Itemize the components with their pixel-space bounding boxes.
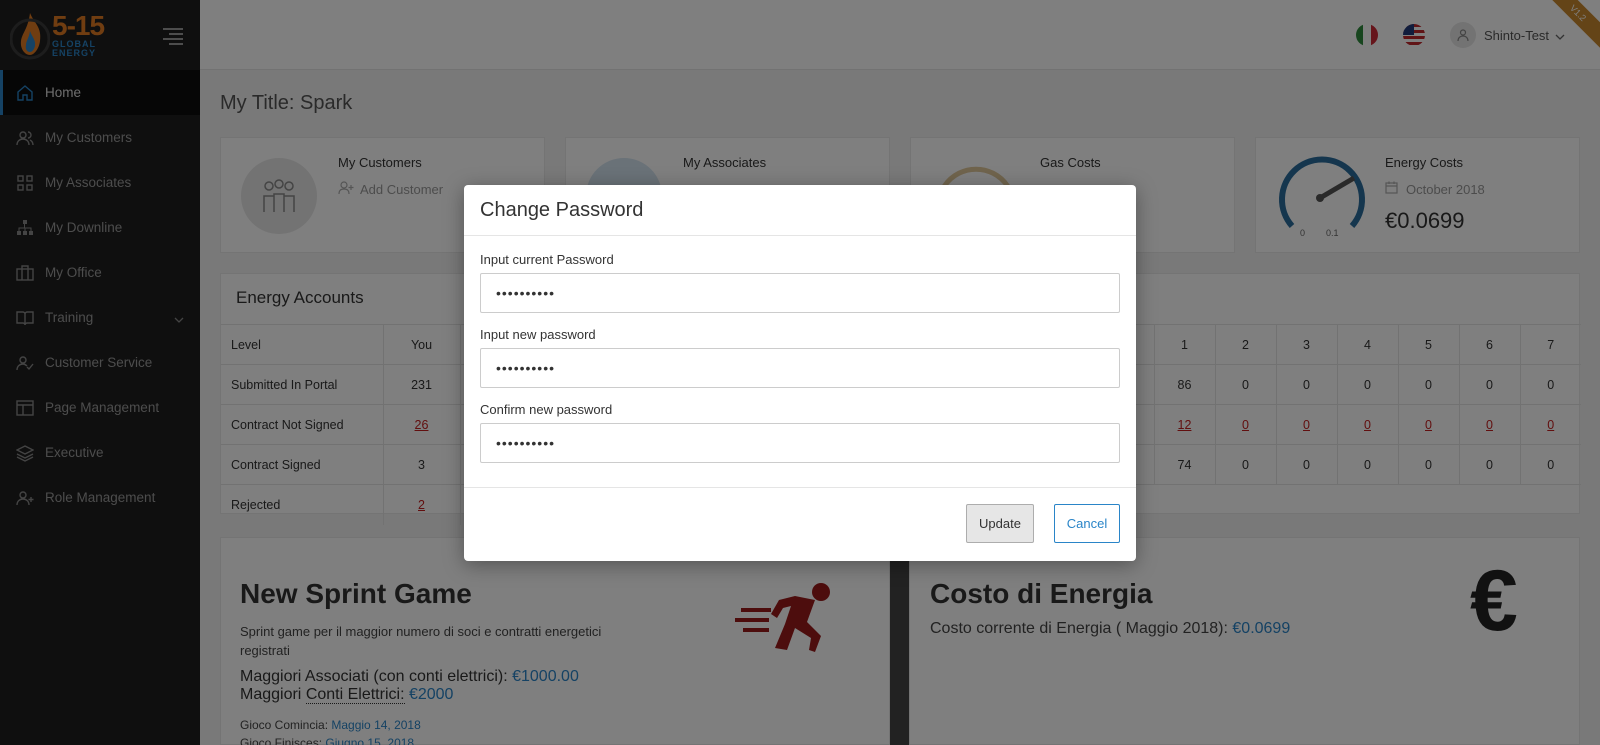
cancel-button[interactable]: Cancel: [1054, 504, 1120, 543]
confirm-password-label: Confirm new password: [480, 402, 613, 417]
current-password-label: Input current Password: [480, 252, 614, 267]
current-password-input[interactable]: [480, 273, 1120, 313]
new-password-input[interactable]: [480, 348, 1120, 388]
new-password-label: Input new password: [480, 327, 596, 342]
update-button[interactable]: Update: [966, 504, 1034, 543]
modal-body: Input current Password Input new passwor…: [464, 236, 1136, 488]
change-password-modal: Change Password Input current Password I…: [464, 185, 1136, 561]
modal-header: Change Password: [464, 185, 1136, 236]
modal-title: Change Password: [480, 199, 644, 221]
confirm-password-input[interactable]: [480, 423, 1120, 463]
modal-footer: Update Cancel: [464, 488, 1136, 560]
